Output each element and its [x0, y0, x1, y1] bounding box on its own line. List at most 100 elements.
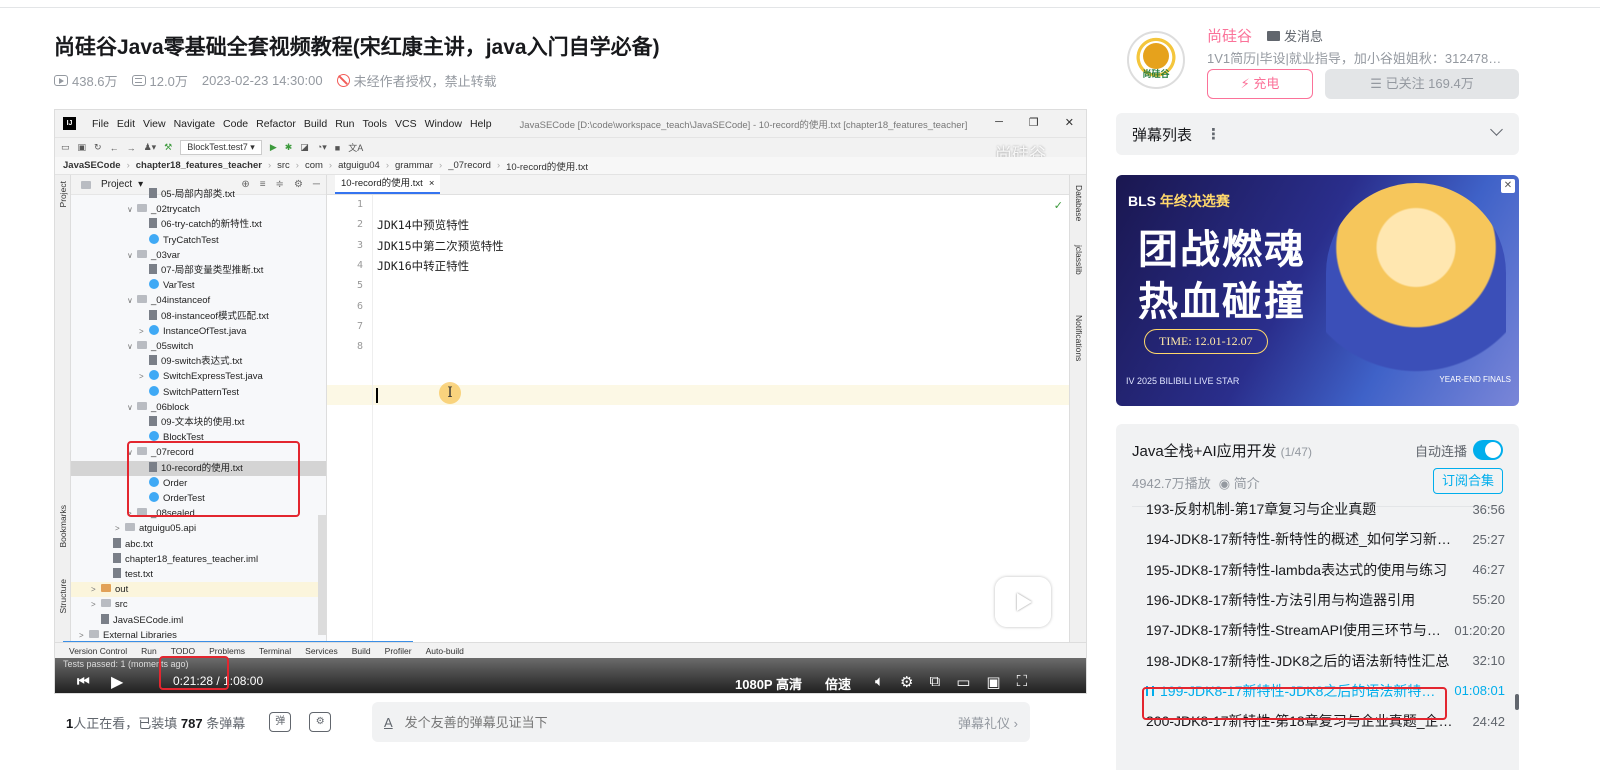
- expanded-arrow-icon[interactable]: ∨: [127, 400, 137, 415]
- tree-node[interactable]: 05-局部内部类.txt: [71, 187, 326, 202]
- tree-node[interactable]: > atguigu05.api: [71, 521, 326, 536]
- tree-node[interactable]: 09-switch表达式.txt: [71, 354, 326, 369]
- header-divider: [0, 0, 1600, 8]
- send-message-link[interactable]: 发消息: [1267, 26, 1323, 45]
- line-number: 1: [356, 199, 363, 210]
- volume-icon[interactable]: 🔈︎: [875, 673, 884, 691]
- tree-node[interactable]: > out: [71, 582, 326, 598]
- menu-edit: Edit: [116, 117, 136, 130]
- follow-button[interactable]: ☰ 已关注 169.4万: [1325, 69, 1519, 99]
- episode-duration: 32:10: [1472, 653, 1505, 668]
- tree-node[interactable]: > External Libraries: [71, 628, 326, 642]
- uploader-name[interactable]: 尚硅谷: [1207, 25, 1252, 46]
- chevron-down-icon[interactable]: [1490, 123, 1503, 136]
- ad-banner[interactable]: BLS 年终决选赛 团战燃魂 热血碰撞 TIME: 12.01-12.07 IV…: [1116, 175, 1519, 406]
- tree-node[interactable]: SwitchPatternTest: [71, 385, 326, 400]
- episode-item[interactable]: 196-JDK8-17新特性-方法引用与构造器引用 55:20: [1146, 585, 1505, 615]
- collapsed-arrow-icon[interactable]: >: [79, 628, 89, 642]
- danmaku-toggle-icon[interactable]: 弹: [269, 712, 292, 732]
- tree-node[interactable]: chapter18_features_teacher.iml: [71, 552, 326, 567]
- tree-node[interactable]: 06-try-catch的新特性.txt: [71, 217, 326, 232]
- danmaku-count: 12.0万: [131, 71, 188, 90]
- episode-title: 193-反射机制-第17章复习与企业真题: [1146, 501, 1377, 517]
- open-icon: ▭: [61, 142, 70, 152]
- danmaku-list-header[interactable]: 弹幕列表 ⋮: [1116, 113, 1519, 155]
- prev-episode-icon[interactable]: ⏮: [77, 673, 90, 690]
- collection-title[interactable]: Java全栈+AI应用开发 (1/47): [1132, 440, 1312, 461]
- danmaku-etiquette-link[interactable]: 弹幕礼仪 ›: [958, 713, 1018, 732]
- pip-icon[interactable]: ⧉: [929, 673, 940, 691]
- tree-node[interactable]: 09-文本块的使用.txt: [71, 415, 326, 430]
- menu-code: Code: [223, 117, 249, 130]
- video-player[interactable]: IJ File Edit View Navigate Code Refactor…: [54, 109, 1087, 694]
- file-icon: [149, 416, 157, 426]
- web-fullscreen-icon[interactable]: ▣: [986, 673, 1000, 691]
- tree-node-label: _05switch: [151, 341, 194, 352]
- mail-icon: [1267, 30, 1280, 41]
- expanded-arrow-icon[interactable]: ∨: [127, 293, 137, 308]
- episode-item[interactable]: 194-JDK8-17新特性-新特性的概述_如何学习新特性 25:27: [1146, 524, 1505, 554]
- episode-item[interactable]: 193-反射机制-第17章复习与企业真题 36:56: [1146, 494, 1505, 524]
- ad-close-icon[interactable]: ✕: [1501, 179, 1515, 193]
- font-style-icon[interactable]: A: [384, 715, 393, 730]
- expanded-arrow-icon[interactable]: ∨: [127, 248, 137, 263]
- tree-node[interactable]: VarTest: [71, 278, 326, 293]
- ad-finals: YEAR-END FINALS: [1439, 375, 1511, 384]
- episode-duration: 46:27: [1472, 562, 1505, 578]
- episode-duration: 24:42: [1472, 713, 1505, 729]
- uploader-description: 1V1简历|毕设|就业指导，加小谷姐姐秋：312478…: [1207, 51, 1502, 66]
- settings-icon[interactable]: ⚙: [900, 673, 913, 691]
- danmaku-icon: [131, 75, 146, 86]
- bilibili-play-icon[interactable]: [995, 577, 1051, 627]
- class-icon: [149, 385, 159, 396]
- collapsed-arrow-icon[interactable]: >: [139, 369, 149, 384]
- speed-button[interactable]: 倍速: [825, 674, 851, 693]
- class-icon: [149, 279, 159, 290]
- tree-node[interactable]: ∨ _05switch: [71, 339, 326, 354]
- autoplay-switch[interactable]: [1473, 440, 1503, 460]
- collapsed-arrow-icon[interactable]: >: [91, 597, 101, 612]
- line-number: 5: [356, 280, 363, 292]
- fullscreen-icon[interactable]: ⛶: [1017, 673, 1028, 691]
- collapsed-arrow-icon[interactable]: >: [115, 521, 125, 536]
- play-pause-icon[interactable]: ▶: [111, 672, 123, 692]
- charge-button[interactable]: ⚡ 充电: [1207, 69, 1313, 99]
- widescreen-icon[interactable]: ▭: [956, 673, 970, 691]
- tree-node[interactable]: abc.txt: [71, 537, 326, 552]
- tree-node[interactable]: ∨ _03var: [71, 248, 326, 263]
- code-line: JDK15中第二次预览特性: [377, 238, 504, 253]
- tree-node[interactable]: 07-局部变量类型推断.txt: [71, 263, 326, 278]
- tree-node[interactable]: > SwitchExpressTest.java: [71, 369, 326, 384]
- episode-item[interactable]: 197-JDK8-17新特性-StreamAPI使用三环节与实例 01:20:20: [1146, 615, 1505, 645]
- menu-refactor: Refactor: [256, 117, 296, 130]
- autoplay-toggle[interactable]: 自动连播: [1415, 440, 1503, 460]
- crumb-package: atguigu04: [338, 160, 380, 171]
- episode-item[interactable]: 195-JDK8-17新特性-lambda表达式的使用与练习 46:27: [1146, 555, 1505, 585]
- menu-navigate: Navigate: [173, 117, 216, 130]
- collapsed-arrow-icon[interactable]: >: [91, 582, 101, 597]
- tool-terminal: Terminal: [259, 645, 292, 656]
- episode-item[interactable]: 198-JDK8-17新特性-JDK8之后的语法新特性汇总 32:10: [1146, 646, 1505, 676]
- episode-list-scrollbar[interactable]: [1515, 694, 1519, 710]
- intro-link[interactable]: ◉ 简介: [1219, 473, 1260, 492]
- expanded-arrow-icon[interactable]: ∨: [127, 202, 137, 217]
- tree-node[interactable]: TryCatchTest: [71, 233, 326, 248]
- tree-node[interactable]: ∨ _02trycatch: [71, 202, 326, 217]
- ad-year: IV 2025 BILIBILI LIVE STAR: [1126, 376, 1240, 386]
- collapsed-arrow-icon[interactable]: >: [139, 324, 149, 339]
- tree-node[interactable]: > src: [71, 597, 326, 612]
- tree-node[interactable]: 08-instanceof模式匹配.txt: [71, 309, 326, 324]
- danmaku-input[interactable]: [404, 714, 885, 730]
- expanded-arrow-icon[interactable]: ∨: [127, 339, 137, 354]
- danmaku-settings-icon[interactable]: ⚙: [309, 712, 332, 732]
- tree-node[interactable]: ∨ _04instanceof: [71, 293, 326, 308]
- tree-node[interactable]: > InstanceOfTest.java: [71, 324, 326, 339]
- more-icon[interactable]: ⋮: [1206, 125, 1221, 143]
- tool-auto-build: Auto-build: [425, 645, 464, 656]
- tree-node[interactable]: ∨ _06block: [71, 400, 326, 415]
- tree-node[interactable]: test.txt: [71, 567, 326, 582]
- quality-button[interactable]: 1080P 高清: [735, 674, 802, 693]
- subscribe-collection-button[interactable]: 订阅合集: [1433, 468, 1503, 494]
- uploader-avatar[interactable]: 尚硅谷: [1127, 31, 1185, 89]
- tree-node[interactable]: JavaSECode.iml: [71, 613, 326, 628]
